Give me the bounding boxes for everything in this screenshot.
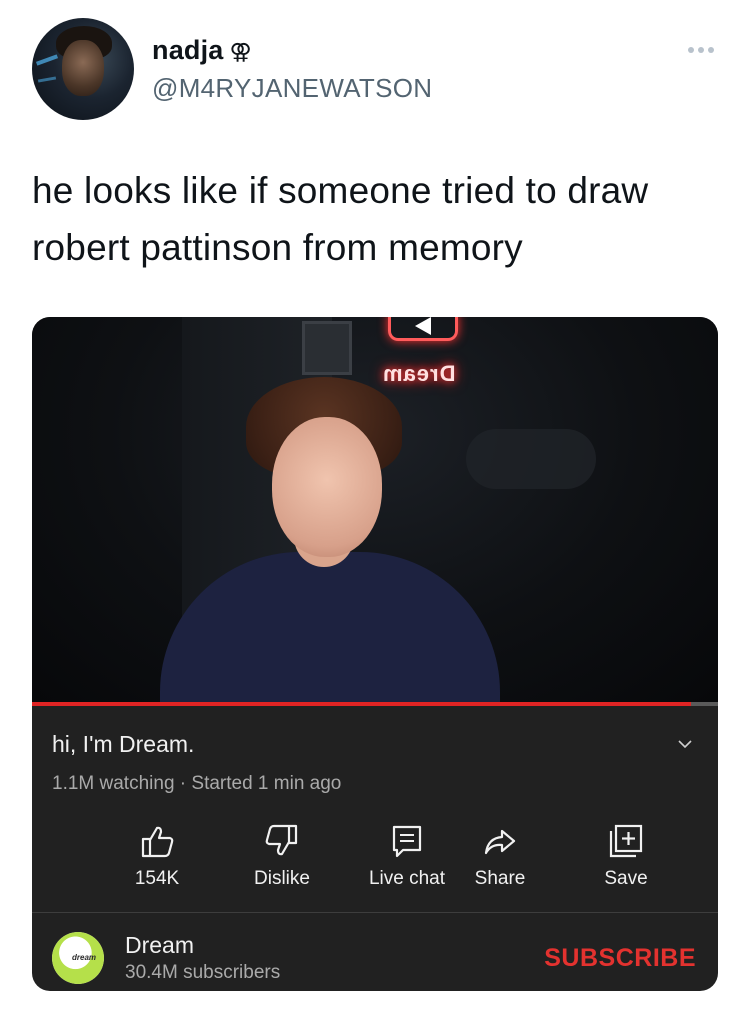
like-button[interactable]: 154K xyxy=(92,817,222,907)
tweet-text: he looks like if someone tried to draw r… xyxy=(32,170,649,268)
video-actions: 154K Dislike Live chat Share Save xyxy=(32,817,718,907)
video-meta: 1.1M watching · Started 1 min ago xyxy=(52,773,342,794)
divider xyxy=(32,912,718,913)
save-button[interactable]: Save xyxy=(561,817,691,907)
neon-sign: Dream xyxy=(382,361,456,386)
tweet-media-screenshot[interactable]: Dream hi, I'm Dream. 1.1M watching · Sta… xyxy=(32,317,718,991)
user-avatar[interactable] xyxy=(32,18,134,120)
video-title: hi, I'm Dream. xyxy=(52,731,195,757)
thumbs-down-icon xyxy=(265,824,298,856)
display-name[interactable]: nadja ⚢ xyxy=(152,35,252,66)
name-symbol: ⚢ xyxy=(229,39,252,64)
chat-icon xyxy=(392,825,422,858)
thumbs-up-icon xyxy=(141,826,174,858)
display-name-text: nadja xyxy=(152,35,224,65)
like-count: 154K xyxy=(134,868,180,889)
tweet-header: nadja ⚢ @M4RYJANEWATSON xyxy=(32,18,722,120)
video-frame[interactable]: Dream xyxy=(32,317,718,702)
user-handle[interactable]: @M4RYJANEWATSON xyxy=(152,73,432,104)
channel-avatar[interactable]: dream xyxy=(52,932,104,984)
chevron-down-icon[interactable] xyxy=(678,737,692,751)
subscribe-button[interactable]: SUBSCRIBE xyxy=(544,944,696,973)
channel-subscribers: 30.4M subscribers xyxy=(125,962,281,983)
dislike-button[interactable]: Dislike xyxy=(217,817,347,907)
channel-avatar-text: dream xyxy=(72,953,97,962)
share-label: Share xyxy=(474,868,526,889)
dislike-label: Dislike xyxy=(254,868,310,889)
neon-logo-icon xyxy=(388,317,458,341)
video-progress-fill xyxy=(32,702,691,706)
video-progress-bar[interactable] xyxy=(32,702,718,706)
share-button[interactable]: Share xyxy=(435,817,565,907)
save-to-playlist-icon xyxy=(609,824,643,858)
save-label: Save xyxy=(604,868,648,889)
more-options-icon[interactable] xyxy=(688,40,720,53)
person-head xyxy=(272,417,382,557)
channel-name[interactable]: Dream xyxy=(125,932,194,959)
wall-light-icon xyxy=(302,321,352,375)
share-icon xyxy=(484,829,516,855)
